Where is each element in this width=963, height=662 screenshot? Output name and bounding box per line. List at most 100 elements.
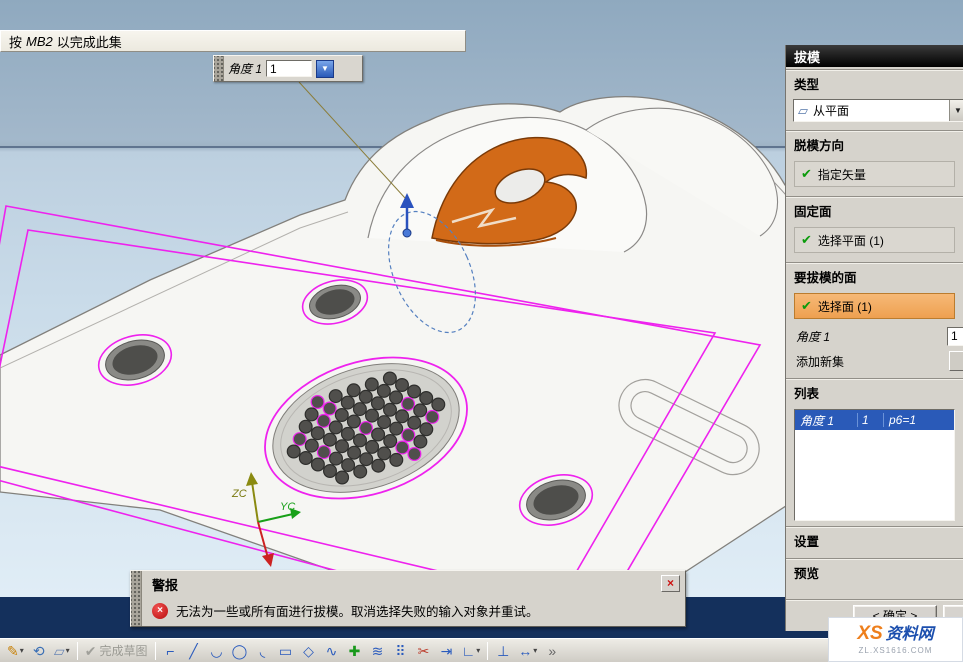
- section-fixed-plane-header[interactable]: 固定面: [786, 196, 963, 223]
- line-icon: ╱: [189, 644, 197, 658]
- type-combo-row: ▱ 从平面 ▼: [786, 96, 963, 125]
- check-icon: ✔: [801, 166, 812, 182]
- dialog-title: 拔模: [794, 47, 820, 66]
- list-cell-name: 角度 1: [795, 412, 857, 429]
- angle-options-button[interactable]: ▼: [316, 60, 334, 78]
- reattach-sketch-icon: ⟲: [33, 644, 45, 658]
- rapid-dimension-icon: ↔: [518, 644, 532, 658]
- section-list-header[interactable]: 列表: [786, 378, 963, 405]
- section-faces-to-draft-header[interactable]: 要拔模的面: [786, 262, 963, 289]
- fillet-button[interactable]: ◟: [252, 641, 274, 661]
- circle-button[interactable]: ◯: [229, 641, 251, 661]
- type-value: 从平面: [813, 102, 944, 119]
- application-window: ZC YC 按 MB2 以完成此集 角度 1 ▼ 拔模 类型 ▱ 从平面 ▼: [0, 0, 963, 662]
- finish-sketch-button[interactable]: ✔完成草图: [82, 641, 151, 661]
- chevron-down-icon: ▼: [321, 64, 329, 73]
- caret-down-icon: ▾: [66, 646, 70, 655]
- dialog-titlebar[interactable]: 拔模: [786, 45, 963, 67]
- watermark-domain: ZL.XS1616.COM: [859, 647, 933, 656]
- section-draw-direction-header[interactable]: 脱模方向: [786, 130, 963, 157]
- polygon-button[interactable]: ◇: [298, 641, 320, 661]
- alert-body: 警报 × × 无法为一些或所有面进行拔模。取消选择失败的输入对象并重试。: [142, 571, 685, 626]
- pattern-curve-button[interactable]: ⠿: [390, 641, 412, 661]
- prompt-bar: 按 MB2 以完成此集: [0, 30, 466, 52]
- draft-set-list[interactable]: 角度 1 1 p6=1: [794, 409, 955, 521]
- alert-message: 无法为一些或所有面进行拔模。取消选择失败的输入对象并重试。: [176, 601, 539, 620]
- profile-button[interactable]: ⌐: [160, 641, 182, 661]
- alert-dialog: 警报 × × 无法为一些或所有面进行拔模。取消选择失败的输入对象并重试。: [130, 570, 686, 627]
- fillet-icon: ◟: [260, 644, 265, 658]
- popup-drag-handle[interactable]: [214, 56, 224, 81]
- polygon-icon: ◇: [303, 644, 314, 658]
- leader-line: [299, 82, 405, 198]
- offset-curve-button[interactable]: ≋: [367, 641, 389, 661]
- list-cell-expression: p6=1: [883, 413, 954, 427]
- draft-dialog: 拔模 类型 ▱ 从平面 ▼ 脱模方向 ✔ 指定矢量 固定面 ✔ 选择平面 (1)…: [785, 45, 963, 631]
- make-corner-icon: ∟: [462, 644, 476, 658]
- more-tools-button[interactable]: »: [541, 641, 563, 661]
- circle-icon: ◯: [232, 644, 248, 658]
- caret-down-icon: ▾: [20, 646, 24, 655]
- sketch-button[interactable]: ✎▾: [4, 641, 27, 661]
- toolbar-separator: [487, 642, 488, 660]
- make-corner-button[interactable]: ∟▾: [459, 641, 484, 661]
- watermark: XS 资料网 ZL.XS1616.COM: [828, 617, 963, 662]
- prompt-suffix: 以完成此集: [57, 32, 122, 51]
- section-preview-header[interactable]: 预览: [786, 558, 963, 585]
- alert-title: 警报: [152, 578, 178, 593]
- studio-spline-button[interactable]: ∿: [321, 641, 343, 661]
- quick-extend-button[interactable]: ⇥: [436, 641, 458, 661]
- select-face-row[interactable]: ✔ 选择面 (1): [794, 293, 955, 319]
- alert-close-button[interactable]: ×: [661, 575, 680, 592]
- add-new-set-button[interactable]: [949, 351, 963, 371]
- list-cell-value: 1: [857, 413, 883, 427]
- specify-vector-row[interactable]: ✔ 指定矢量: [794, 161, 955, 187]
- geometric-constraints-button[interactable]: ⊥: [492, 641, 514, 661]
- geometric-constraints-icon: ⊥: [497, 644, 509, 658]
- type-combobox[interactable]: ▱ 从平面 ▼: [793, 99, 963, 122]
- angle-popup[interactable]: 角度 1 ▼: [213, 55, 363, 82]
- prompt-key: MB2: [26, 34, 53, 49]
- alert-drag-handle[interactable]: [131, 571, 142, 626]
- rapid-dimension-button[interactable]: ↔▾: [515, 641, 540, 661]
- toolbar-separator: [77, 642, 78, 660]
- reattach-sketch-button[interactable]: ⟲: [28, 641, 50, 661]
- add-new-set-row[interactable]: 添加新集: [786, 349, 963, 373]
- line-button[interactable]: ╱: [183, 641, 205, 661]
- finish-sketch-label: 完成草图: [99, 642, 147, 659]
- offset-curve-icon: ≋: [372, 644, 384, 658]
- check-icon: ✔: [801, 298, 812, 314]
- angle-popup-input[interactable]: [266, 60, 312, 77]
- yc-axis-label: YC: [280, 501, 295, 513]
- caret-down-icon: ▾: [533, 646, 537, 655]
- datum-plane-icon: ▱: [54, 644, 65, 658]
- zc-axis-label: ZC: [231, 488, 247, 500]
- watermark-site-name: 资料网: [886, 626, 934, 644]
- quick-trim-button[interactable]: ✂: [413, 641, 435, 661]
- rectangle-icon: ▭: [279, 644, 292, 658]
- arc-button[interactable]: ◡: [206, 641, 228, 661]
- angle-input[interactable]: [947, 327, 963, 346]
- add-new-set-label: 添加新集: [796, 353, 844, 370]
- angle-label: 角度 1: [796, 328, 830, 345]
- profile-icon: ⌐: [166, 644, 174, 658]
- watermark-logo: XS: [857, 624, 882, 645]
- list-row[interactable]: 角度 1 1 p6=1: [795, 410, 954, 430]
- select-plane-label: 选择平面 (1): [818, 232, 884, 249]
- combo-dropdown-button[interactable]: ▼: [949, 100, 963, 121]
- angle-row: 角度 1: [786, 323, 963, 349]
- close-icon: ×: [667, 576, 674, 590]
- rectangle-button[interactable]: ▭: [275, 641, 297, 661]
- section-settings-header[interactable]: 设置: [786, 526, 963, 553]
- arc-icon: ◡: [210, 644, 222, 658]
- datum-plane-button[interactable]: ▱▾: [51, 641, 73, 661]
- from-plane-icon: ▱: [798, 103, 808, 119]
- section-type-header[interactable]: 类型: [786, 69, 963, 96]
- sketch-icon: ✎: [7, 644, 19, 658]
- studio-spline-icon: ∿: [326, 644, 338, 658]
- point-button[interactable]: ✚: [344, 641, 366, 661]
- more-tools-icon: »: [548, 644, 556, 658]
- select-plane-row[interactable]: ✔ 选择平面 (1): [794, 227, 955, 253]
- chevron-down-icon: ▼: [954, 106, 962, 115]
- prompt-prefix: 按: [9, 32, 22, 51]
